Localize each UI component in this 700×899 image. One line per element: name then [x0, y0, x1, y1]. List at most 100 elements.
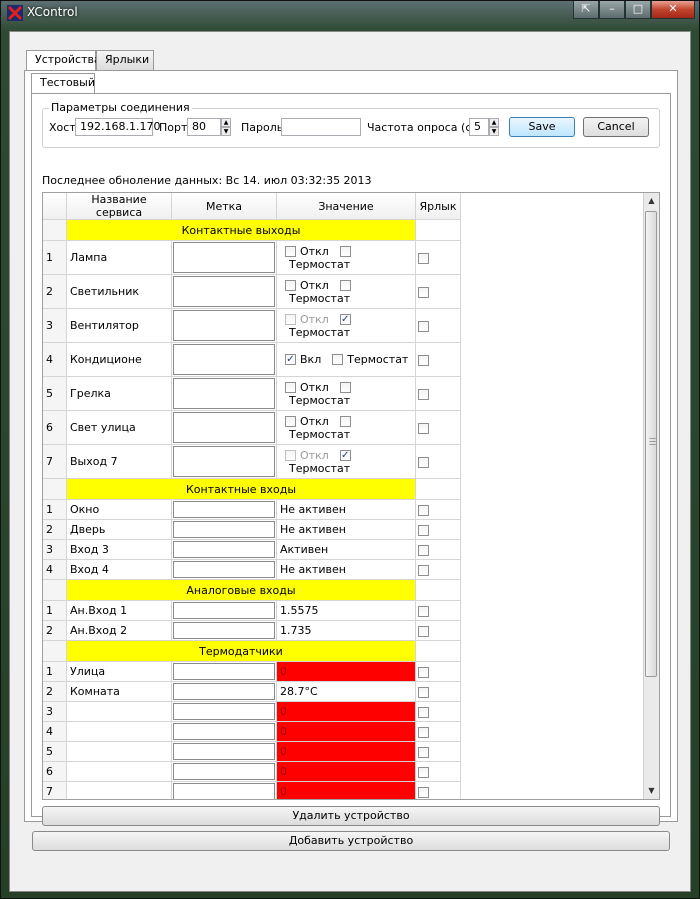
minimize-icon[interactable]: –	[599, 1, 625, 19]
label-input[interactable]	[173, 276, 275, 307]
shortcut-checkbox[interactable]	[418, 666, 429, 678]
label-input[interactable]	[173, 763, 275, 780]
label-input[interactable]	[173, 310, 275, 341]
service-name	[66, 721, 172, 742]
interval-stepper[interactable]: ▲ ▼	[489, 118, 499, 136]
shortcut-checkbox[interactable]	[418, 786, 429, 798]
save-button[interactable]: Save	[509, 117, 575, 137]
row-number: 1	[43, 499, 67, 520]
state-checkbox[interactable]	[285, 381, 296, 393]
value-cell: 28.7°C	[276, 681, 416, 702]
label-input[interactable]	[173, 378, 275, 409]
col-value[interactable]: Значение	[276, 193, 416, 220]
password-input[interactable]	[281, 118, 361, 136]
label-input[interactable]	[173, 663, 275, 680]
label-input[interactable]	[173, 723, 275, 740]
label-input[interactable]	[173, 521, 275, 538]
delete-device-button[interactable]: Удалить устройство	[42, 806, 660, 826]
port-input[interactable]: 80	[187, 118, 221, 136]
port-stepper[interactable]: ▲ ▼	[221, 118, 231, 136]
shortcut-checkbox[interactable]	[418, 544, 429, 556]
row-number: 3	[43, 539, 67, 560]
label-cell	[171, 721, 277, 742]
shortcut-checkbox[interactable]	[418, 354, 429, 366]
label-input[interactable]	[173, 446, 275, 477]
shortcut-checkbox[interactable]	[418, 605, 429, 617]
label-input[interactable]	[173, 501, 275, 518]
col-label[interactable]: Метка	[171, 193, 277, 220]
label-input[interactable]	[173, 622, 275, 639]
shortcut-cell	[415, 539, 461, 560]
add-device-button[interactable]: Добавить устройство	[32, 831, 670, 851]
password-label: Пароль	[241, 121, 284, 134]
state-checkbox[interactable]: ✓	[285, 354, 296, 366]
tab-devices[interactable]: Устройства	[26, 50, 101, 71]
service-name: Светильник	[66, 274, 172, 309]
row-number: 4	[43, 721, 67, 742]
scroll-down-icon[interactable]: ▼	[644, 783, 659, 799]
restore-icon[interactable]: ⇱	[573, 1, 599, 19]
col-shortcut[interactable]: Ярлык	[415, 193, 461, 220]
label-input[interactable]	[173, 561, 275, 578]
shortcut-checkbox[interactable]	[418, 766, 429, 778]
shortcut-checkbox[interactable]	[418, 320, 429, 332]
label-input[interactable]	[173, 743, 275, 760]
scroll-thumb[interactable]: — — —	[645, 211, 657, 677]
maximize-icon[interactable]: □	[625, 1, 651, 19]
table-row: 30	[43, 701, 461, 722]
thermostat-checkbox[interactable]	[332, 354, 344, 366]
label-input[interactable]	[173, 412, 275, 443]
shortcut-checkbox[interactable]	[418, 726, 429, 738]
tab-device-test[interactable]: Тестовый	[31, 73, 95, 94]
thermostat-checkbox[interactable]: ✓	[339, 449, 351, 461]
shortcut-cell	[415, 308, 461, 343]
interval-input[interactable]: 5	[469, 118, 489, 136]
shortcut-checkbox[interactable]	[418, 625, 429, 637]
label-cell	[171, 559, 277, 580]
col-service-name[interactable]: Название сервиса	[66, 193, 172, 220]
thermostat-checkbox[interactable]	[339, 279, 351, 291]
label-input[interactable]	[173, 703, 275, 720]
label-input[interactable]	[173, 683, 275, 700]
close-icon[interactable]: ✕	[651, 1, 695, 19]
shortcut-checkbox[interactable]	[418, 746, 429, 758]
shortcut-checkbox[interactable]	[418, 252, 429, 264]
shortcut-checkbox[interactable]	[418, 706, 429, 718]
thermostat-checkbox[interactable]: ✓	[339, 313, 351, 325]
shortcut-checkbox[interactable]	[418, 388, 429, 400]
table-row: 1 Окно Не активен	[43, 499, 461, 520]
shortcut-checkbox[interactable]	[418, 286, 429, 298]
title-bar[interactable]: XControl ⇱ – □ ✕	[1, 1, 699, 25]
shortcut-cell	[415, 701, 461, 722]
label-input[interactable]	[173, 541, 275, 558]
state-checkbox[interactable]	[285, 415, 296, 427]
value-cell: Откл Термостат	[276, 410, 416, 445]
shortcut-checkbox[interactable]	[418, 422, 429, 434]
state-checkbox[interactable]	[285, 313, 296, 325]
label-input[interactable]	[173, 602, 275, 619]
xcontrol-app-icon	[7, 5, 23, 21]
state-checkbox[interactable]	[285, 245, 296, 257]
thermostat-checkbox[interactable]	[339, 381, 351, 393]
table-scrollbar[interactable]: ▲ — — — ▼	[643, 193, 659, 799]
shortcut-checkbox[interactable]	[418, 524, 429, 536]
label-cell	[171, 701, 277, 722]
state-checkbox[interactable]	[285, 449, 296, 461]
service-name	[66, 761, 172, 782]
label-input[interactable]	[173, 242, 275, 273]
thermostat-checkbox[interactable]	[339, 415, 351, 427]
label-input[interactable]	[173, 783, 275, 799]
cancel-button[interactable]: Cancel	[583, 117, 649, 137]
connection-group-title: Параметры соединения	[49, 101, 192, 114]
shortcut-checkbox[interactable]	[418, 504, 429, 516]
shortcut-checkbox[interactable]	[418, 564, 429, 576]
tab-shortcuts[interactable]: Ярлыки	[96, 50, 154, 70]
thermostat-checkbox[interactable]	[339, 245, 351, 257]
shortcut-checkbox[interactable]	[418, 456, 429, 468]
label-input[interactable]	[173, 344, 275, 375]
shortcut-checkbox[interactable]	[418, 686, 429, 698]
state-checkbox[interactable]	[285, 279, 296, 291]
scroll-up-icon[interactable]: ▲	[644, 193, 659, 209]
label-cell	[171, 410, 277, 445]
host-input[interactable]: 192.168.1.170	[75, 118, 160, 136]
